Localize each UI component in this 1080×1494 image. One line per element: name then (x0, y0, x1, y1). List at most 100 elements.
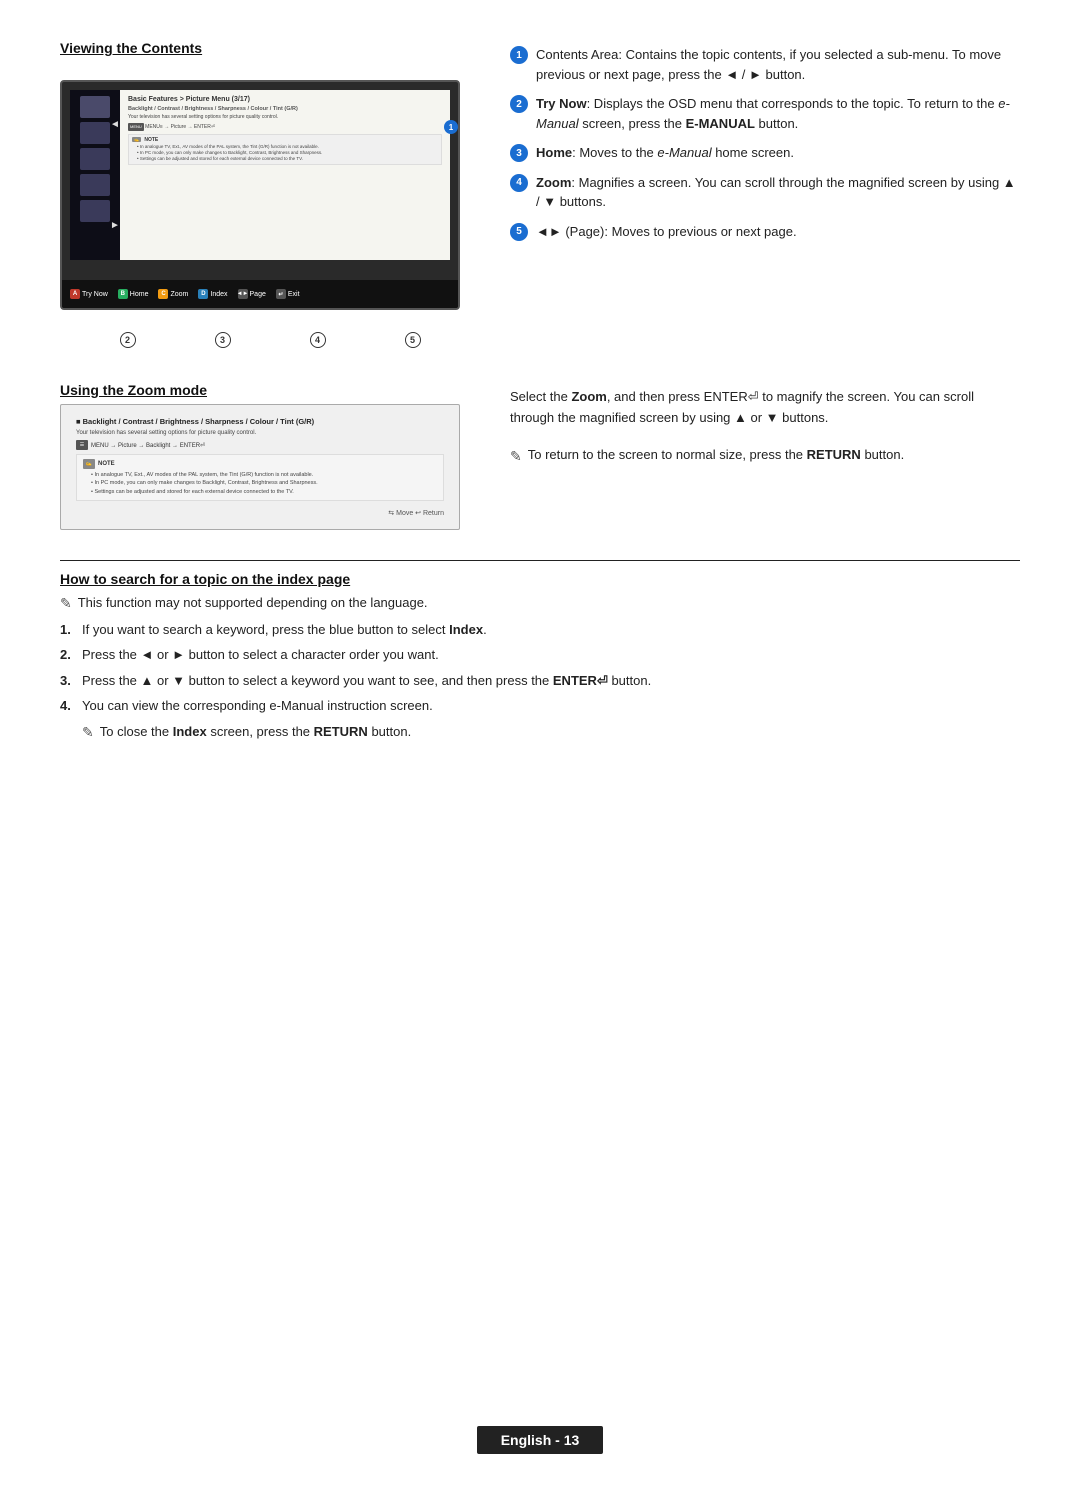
item-1-text: Contents Area: Contains the topic conten… (536, 45, 1020, 84)
tv-btn-index: D Index (198, 289, 227, 299)
tv-note-item-1: • In analogue TV, Ext., AV modes of the … (132, 144, 438, 149)
zoom-tv-menu: ☰ MENU → Picture → Backlight → ENTER⏎ (76, 440, 444, 450)
btn-icon-gray-exit: ↵ (276, 289, 286, 299)
section-divider (60, 560, 1020, 561)
zoom-tv-title: ■ Backlight / Contrast / Brightness / Sh… (76, 417, 444, 426)
tv-bottom-bar: A Try Now B Home C Zoom D Index (62, 280, 458, 308)
numbered-item-5: 5 ◄► (Page): Moves to previous or next p… (510, 222, 1020, 242)
item-2-em: e-Manual (536, 96, 1010, 131)
how-note-text: This function may not supported dependin… (78, 595, 428, 610)
zoom-note-title: ✍ NOTE (83, 459, 437, 469)
sub-note-bold-return: RETURN (314, 724, 368, 739)
how-steps-list: 1. If you want to search a keyword, pres… (60, 620, 1020, 716)
note-symbol-zoom: ✎ (510, 445, 522, 467)
tv-labels: 2 3 4 5 (60, 328, 480, 352)
item-5-text: ◄► (Page): Moves to previous or next pag… (536, 222, 797, 242)
item-2-bold-try: Try Now (536, 96, 587, 111)
zoom-note-item-2: • In PC mode, you can only make changes … (83, 479, 437, 487)
tv-thumb-1 (80, 96, 110, 118)
tv-content-title: Basic Features > Picture Menu (3/17) (128, 96, 442, 103)
zoom-bold-zoom: Zoom (571, 389, 606, 404)
zoom-note-icon: ✍ (83, 459, 95, 469)
arrow-right: ► (110, 220, 120, 231)
zoom-menu-text: MENU → Picture → Backlight → ENTER⏎ (91, 442, 205, 449)
zoom-note-block: ✍ NOTE • In analogue TV, Ext., AV modes … (76, 454, 444, 501)
btn-label-exit: Exit (288, 291, 300, 298)
note-icon-1: ✍ (132, 137, 141, 142)
tv-right-panel: Basic Features > Picture Menu (3/17) Bac… (120, 90, 450, 260)
btn-icon-green: B (118, 289, 128, 299)
arrow-left: ◄ (110, 119, 120, 130)
how-step-1: 1. If you want to search a keyword, pres… (60, 620, 1020, 640)
tv-thumb-3 (80, 148, 110, 170)
item-3-text: Home: Moves to the e-Manual home screen. (536, 143, 794, 163)
num-badge-2: 2 (510, 95, 528, 113)
item-3-em: e-Manual (657, 145, 711, 160)
tv-note-block: ✍ NOTE • In analogue TV, Ext., AV modes … (128, 134, 442, 165)
how-to-search-section: How to search for a topic on the index p… (60, 560, 1020, 741)
item-2-text: Try Now: Displays the OSD menu that corr… (536, 94, 1020, 133)
zoom-return-note: ✎ To return to the screen to normal size… (510, 445, 1020, 467)
how-step-3: 3. Press the ▲ or ▼ button to select a k… (60, 671, 1020, 691)
footer-badge: English - 13 (477, 1426, 604, 1454)
label-5: 5 (405, 332, 421, 348)
tv-btn-home: B Home (118, 289, 149, 299)
btn-label-index: Index (210, 291, 227, 298)
note-symbol-sub: ✎ (82, 724, 94, 741)
btn-icon-blue: D (198, 289, 208, 299)
viewing-contents-heading: Viewing the Contents (60, 40, 480, 56)
zoom-note-item-1: • In analogue TV, Ext., AV modes of the … (83, 471, 437, 479)
num-badge-4: 4 (510, 174, 528, 192)
tv-nav-arrows: ◄ ► (110, 119, 120, 231)
sub-note-text: To close the Index screen, press the RET… (100, 724, 411, 739)
step-1-bold: Index (449, 622, 483, 637)
tv-btn-exit: ↵ Exit (276, 289, 300, 299)
step-text-4: You can view the corresponding e-Manual … (82, 696, 433, 716)
viewing-contents-right: 1 Contents Area: Contains the topic cont… (510, 40, 1020, 352)
step-num-4: 4. (60, 696, 76, 716)
numbered-item-2: 2 Try Now: Displays the OSD menu that co… (510, 94, 1020, 133)
zoom-note-item-3: • Settings can be adjusted and stored fo… (83, 488, 437, 496)
page-content: Viewing the Contents Basic Features > Pi… (60, 40, 1020, 771)
item-4-bold-zoom: Zoom (536, 175, 571, 190)
num-badge-3: 3 (510, 144, 528, 162)
btn-label-home: Home (130, 291, 149, 298)
step-num-3: 3. (60, 671, 76, 691)
zoom-bottom-bar: ⇆ Move ↩ Return (76, 509, 444, 517)
how-step-4: 4. You can view the corresponding e-Manu… (60, 696, 1020, 716)
zoom-bottom-label: ⇆ Move ↩ Return (388, 509, 444, 517)
numbered-list: 1 Contents Area: Contains the topic cont… (510, 45, 1020, 241)
viewing-contents-section: Viewing the Contents Basic Features > Pi… (60, 40, 1020, 352)
label-3: 3 (215, 332, 231, 348)
btn-label-try-now: Try Now (82, 291, 108, 298)
tv-btn-try-now: A Try Now (70, 289, 108, 299)
tv-note-title: ✍ NOTE (132, 137, 438, 143)
tv-menu-icon: MENU (128, 123, 144, 131)
num-badge-5: 5 (510, 223, 528, 241)
note-symbol-how: ✎ (60, 595, 72, 612)
tv-screen-viewing: Basic Features > Picture Menu (3/17) Bac… (60, 80, 460, 310)
item-4-text: Zoom: Magnifies a screen. You can scroll… (536, 173, 1020, 212)
footer: English - 13 (0, 1426, 1080, 1454)
tv-btn-page: ◄► Page (238, 289, 266, 299)
btn-label-zoom: Zoom (170, 291, 188, 298)
zoom-right-text: Select the Zoom, and then press ENTER⏎ t… (510, 387, 1020, 429)
step-3-enter: ENTER⏎ (553, 673, 608, 688)
label-4: 4 (310, 332, 326, 348)
tv-note-item-2: • In PC mode, you can only make changes … (132, 150, 438, 155)
zoom-mode-section: Using the Zoom mode ■ Backlight / Contra… (60, 382, 1020, 530)
numbered-item-4: 4 Zoom: Magnifies a screen. You can scro… (510, 173, 1020, 212)
sub-note-bold-index: Index (173, 724, 207, 739)
zoom-mode-heading: Using the Zoom mode (60, 382, 480, 398)
btn-label-page: Page (250, 291, 266, 298)
step-text-1: If you want to search a keyword, press t… (82, 620, 487, 640)
tv-menu-line: MENU MENU≡ → Picture → ENTER⏎ (128, 123, 442, 131)
label-2: 2 (120, 332, 136, 348)
zoom-menu-icon: ☰ (76, 440, 88, 450)
numbered-item-3: 3 Home: Moves to the e-Manual home scree… (510, 143, 1020, 163)
numbered-item-1: 1 Contents Area: Contains the topic cont… (510, 45, 1020, 84)
step-num-1: 1. (60, 620, 76, 640)
btn-icon-gray-page: ◄► (238, 289, 248, 299)
tv-btn-zoom: C Zoom (158, 289, 188, 299)
step-text-3: Press the ▲ or ▼ button to select a keyw… (82, 671, 651, 691)
